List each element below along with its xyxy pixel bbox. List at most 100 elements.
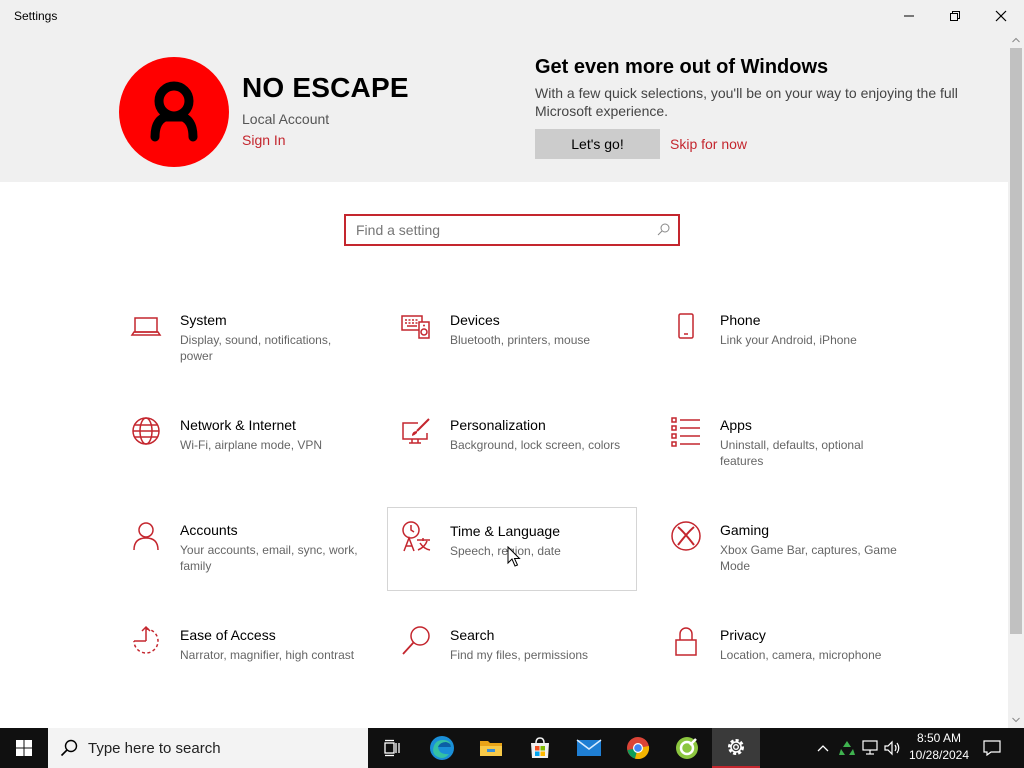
windows-logo-icon	[16, 740, 32, 756]
tile-title: Privacy	[720, 627, 766, 643]
tile-title: System	[180, 312, 227, 328]
clock-time: 8:50 AM	[916, 731, 962, 745]
account-type: Local Account	[242, 111, 330, 127]
tile-search[interactable]: Search Find my files, permissions	[388, 618, 636, 700]
chrome-button[interactable]	[614, 728, 662, 768]
account-name: NO ESCAPE	[242, 72, 409, 103]
taskbar-search-box[interactable]	[48, 728, 368, 768]
sign-in-link[interactable]: Sign In	[242, 132, 286, 148]
tile-network-internet[interactable]: Network & Internet Wi-Fi, airplane mode,…	[118, 408, 366, 490]
chrome-icon	[627, 737, 650, 760]
volume-tray-button[interactable]	[882, 728, 904, 768]
tray-app-button[interactable]	[836, 728, 858, 768]
time-language-icon	[402, 521, 431, 552]
restore-button[interactable]	[932, 0, 978, 32]
tile-description: Background, lock screen, colors	[450, 438, 621, 452]
tile-description: Uninstall, defaults, optional features	[720, 438, 864, 468]
person-icon	[133, 522, 159, 551]
tile-title: Phone	[720, 312, 761, 328]
tile-personalization[interactable]: Personalization Background, lock screen,…	[388, 408, 636, 490]
mail-icon	[576, 739, 602, 756]
edge-icon	[430, 736, 454, 760]
magnifier-icon	[402, 626, 430, 655]
recycle-tray-icon	[839, 741, 855, 755]
promo-description: With a few quick selections, you'll be o…	[535, 85, 958, 119]
lock-icon	[675, 627, 697, 656]
tile-title: Devices	[450, 312, 500, 328]
find-setting-box[interactable]	[344, 214, 680, 246]
taskbar: 8:50 AM 10/28/2024	[0, 728, 1024, 768]
xbox-icon	[671, 521, 701, 551]
restore-icon	[950, 11, 960, 21]
tile-description: Location, camera, microphone	[720, 648, 882, 662]
scrollbar[interactable]	[1008, 32, 1024, 728]
task-view-icon	[384, 739, 400, 757]
tile-description: Xbox Game Bar, captures, Game Mode	[720, 543, 897, 573]
promo-title: Get even more out of Windows	[535, 56, 829, 78]
tile-title: Network & Internet	[180, 417, 296, 433]
notification-icon	[983, 740, 1001, 756]
show-hidden-icons-button[interactable]	[814, 728, 832, 768]
tile-accounts[interactable]: Accounts Your accounts, email, sync, wor…	[118, 513, 366, 595]
taskbar-search-input[interactable]	[88, 738, 348, 758]
scroll-up-arrow[interactable]	[1008, 32, 1024, 48]
minimize-icon	[904, 15, 914, 17]
app-button[interactable]	[663, 728, 711, 768]
close-button[interactable]	[978, 0, 1024, 32]
scroll-down-arrow[interactable]	[1008, 712, 1024, 728]
settings-taskbar-button[interactable]	[712, 728, 760, 768]
title-bar: Settings	[0, 0, 1024, 32]
search-icon	[657, 223, 670, 236]
globe-icon	[132, 417, 160, 445]
task-view-button[interactable]	[368, 728, 416, 768]
scroll-thumb[interactable]	[1010, 48, 1022, 634]
search-icon	[60, 739, 78, 757]
tile-title: Search	[450, 627, 495, 643]
user-avatar-icon	[150, 81, 198, 142]
network-icon	[862, 740, 878, 755]
chevron-up-icon	[817, 745, 829, 752]
tile-description: Link your Android, iPhone	[720, 333, 857, 347]
action-center-button[interactable]	[976, 728, 1008, 768]
store-button[interactable]	[516, 728, 564, 768]
minimize-button[interactable]	[886, 0, 932, 32]
tile-title: Apps	[720, 417, 752, 433]
tile-description: Find my files, permissions	[450, 648, 589, 662]
window-title: Settings	[14, 9, 58, 23]
mouse-pointer-icon	[507, 546, 521, 567]
close-icon	[995, 10, 1007, 22]
chevron-up-icon	[1012, 37, 1020, 43]
tile-phone[interactable]: Phone Link your Android, iPhone	[658, 303, 906, 385]
app-icon	[676, 737, 698, 759]
phone-icon	[678, 313, 694, 339]
clock-date: 10/28/2024	[908, 748, 970, 762]
tile-description: Bluetooth, printers, mouse	[450, 333, 591, 347]
taskbar-clock[interactable]: 8:50 AM 10/28/2024	[902, 730, 976, 764]
tile-apps[interactable]: Apps Uninstall, defaults, optional featu…	[658, 408, 906, 490]
tile-system[interactable]: System Display, sound, notifications, po…	[118, 303, 366, 385]
tile-description: Wi-Fi, airplane mode, VPN	[180, 438, 323, 452]
avatar[interactable]	[119, 57, 229, 167]
paint-brush-icon	[402, 418, 430, 444]
tile-devices[interactable]: Devices Bluetooth, printers, mouse	[388, 303, 636, 385]
network-tray-button[interactable]	[860, 728, 882, 768]
tile-title: Time & Language	[450, 523, 560, 539]
file-explorer-button[interactable]	[467, 728, 515, 768]
edge-button[interactable]	[418, 728, 466, 768]
tile-title: Personalization	[450, 417, 546, 433]
tile-gaming[interactable]: Gaming Xbox Game Bar, captures, Game Mod…	[658, 513, 906, 595]
lets-go-button[interactable]: Let's go!	[535, 129, 660, 159]
speaker-icon	[884, 740, 900, 756]
settings-gear-icon	[728, 739, 744, 755]
mail-button[interactable]	[565, 728, 613, 768]
laptop-icon	[130, 317, 162, 336]
tile-privacy[interactable]: Privacy Location, camera, microphone	[658, 618, 906, 700]
app-list-icon	[671, 417, 700, 447]
find-setting-input[interactable]	[356, 220, 646, 240]
skip-for-now-link[interactable]: Skip for now	[670, 136, 747, 152]
tile-description: Your accounts, email, sync, work, family	[180, 543, 358, 573]
tile-title: Accounts	[180, 522, 238, 538]
tile-description: Display, sound, notifications, power	[180, 333, 332, 363]
tile-ease-of-access[interactable]: Ease of Access Narrator, magnifier, high…	[118, 618, 366, 700]
start-button[interactable]	[0, 728, 48, 768]
